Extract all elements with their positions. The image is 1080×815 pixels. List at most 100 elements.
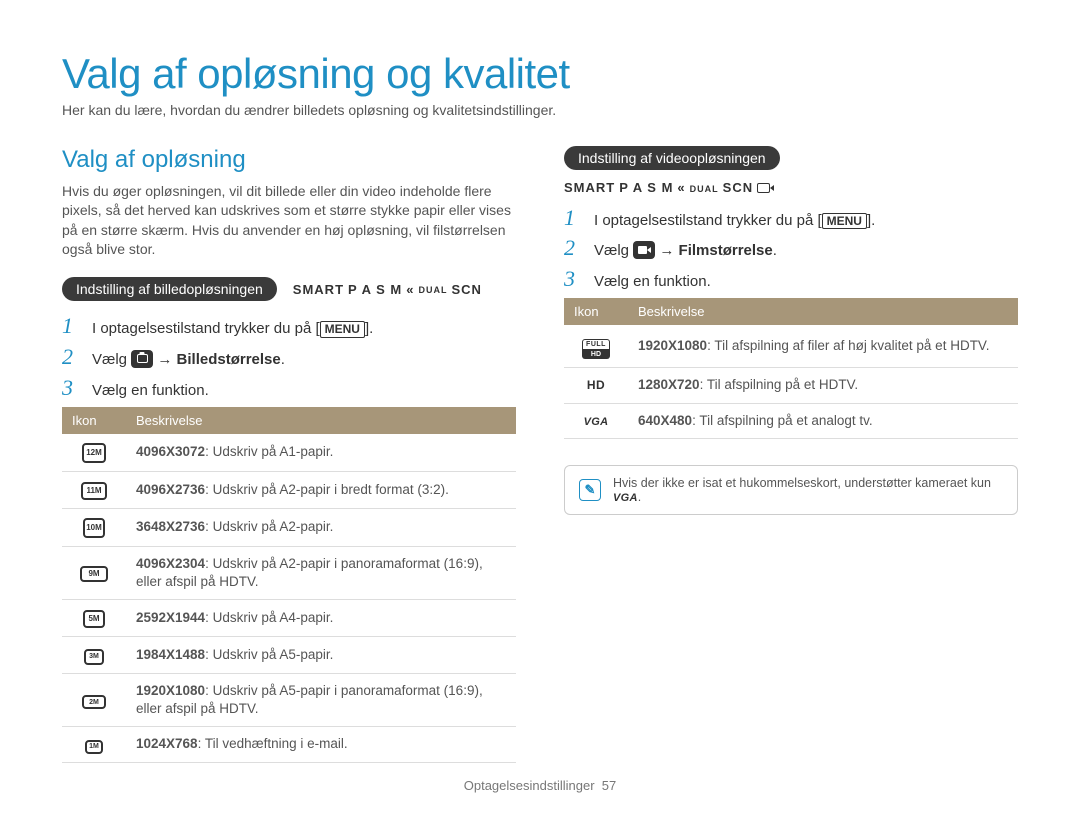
resolution-desc-cell: 4096X3072: Udskriv på A1-papir.	[126, 434, 516, 472]
resolution-value: 640X480	[638, 413, 692, 428]
step-number: 1	[564, 207, 580, 229]
table-row: 2M1920X1080: Udskriv på A5-papir i panor…	[62, 673, 516, 726]
step-text: .	[773, 242, 777, 259]
resolution-icon: 12M	[82, 443, 106, 463]
mode-pasm: P A S M	[619, 180, 673, 195]
resolution-desc: : Udskriv på A4-papir.	[205, 610, 333, 625]
steps-photo: 1 I optagelsestilstand trykker du på [ME…	[62, 315, 516, 398]
table-row: VGA 640X480: Til afspilning på et analogt…	[564, 403, 1018, 438]
resolution-value: 1984X1488	[136, 647, 205, 662]
table-row: 5M 2592X1944: Udskriv på A4-papir.	[62, 600, 516, 637]
step-text: ].	[365, 320, 373, 337]
resolution-desc-cell: 640X480: Til afspilning på et analogt tv…	[628, 403, 1018, 438]
resolution-value: 1280X720	[638, 377, 700, 392]
resolution-desc: : Udskriv på A2-papir i bredt format (3:…	[205, 482, 449, 497]
step-text: .	[281, 351, 285, 368]
resolution-value: 4096X2736	[136, 482, 205, 497]
mode-smart: SMART	[564, 180, 615, 195]
note-icon: ✎	[579, 479, 601, 501]
mode-smart: SMART	[293, 282, 344, 297]
subsection-pill-video: Indstilling af videoopløsningen	[564, 146, 780, 170]
step-text: I optagelsestilstand trykker du på [	[92, 320, 320, 337]
note-text: Hvis der ikke er isat et hukommelseskort…	[613, 476, 1003, 504]
table-row: 3M 1984X1488: Udskriv på A5-papir.	[62, 637, 516, 674]
step-text: Vælg	[92, 351, 131, 368]
mode-dual-icon: «	[406, 282, 414, 297]
right-column: Indstilling af videoopløsningen SMART P …	[564, 146, 1018, 763]
table-row: 10M3648X2736: Udskriv på A2-papir.	[62, 508, 516, 546]
table-row: 9M 4096X2304: Udskriv på A2-papir i panor…	[62, 546, 516, 599]
th-icon: Ikon	[564, 298, 628, 325]
camera-icon	[131, 350, 153, 368]
steps-video: 1 I optagelsestilstand trykker du på [ME…	[564, 207, 1018, 290]
step-1: 1 I optagelsestilstand trykker du på [ME…	[62, 315, 516, 337]
th-icon: Ikon	[62, 407, 126, 434]
mode-pasm: P A S M	[348, 282, 402, 297]
resolution-desc: : Til afspilning på et HDTV.	[700, 377, 859, 392]
section-title: Valg af opløsning	[62, 146, 516, 174]
video-icon	[633, 241, 655, 259]
movie-mode-icon	[757, 183, 770, 193]
resolution-desc-cell: 4096X2304: Udskriv på A2-papir i panoram…	[126, 546, 516, 599]
resolution-value: 4096X2304	[136, 556, 205, 571]
table-row: 11M 4096X2736: Udskriv på A2-papir i bred…	[62, 471, 516, 508]
resolution-icon: 10M	[83, 518, 105, 538]
step-text: I optagelsestilstand trykker du på [	[594, 212, 822, 229]
hd-icon: HD	[587, 377, 605, 393]
resolution-icon: 9M	[80, 566, 108, 582]
resolution-icon-cell: 5M	[62, 600, 126, 637]
resolution-desc: : Til vedhæftning i e-mail.	[198, 736, 348, 751]
resolution-icon-cell: 10M	[62, 508, 126, 546]
resolution-value: 1920X1080	[136, 683, 205, 698]
video-resolution-table: Ikon Beskrivelse FULLHD 1920X1080: Til af…	[564, 298, 1018, 438]
resolution-desc: : Udskriv på A5-papir.	[205, 647, 333, 662]
step-text: ].	[867, 212, 875, 229]
resolution-icon: 1M	[85, 740, 103, 754]
mode-scn: SCN	[723, 180, 753, 195]
step-text: Vælg	[594, 242, 633, 259]
resolution-icon-cell: 11M	[62, 471, 126, 508]
arrow-text: →	[655, 242, 678, 259]
mode-scn: SCN	[451, 282, 481, 297]
note-text-part: Hvis der ikke er isat et hukommelseskort…	[613, 476, 991, 490]
resolution-icon-cell: 2M	[62, 673, 126, 726]
arrow-text: →	[153, 351, 176, 368]
step-number: 1	[62, 315, 78, 337]
resolution-value: 1024X768	[136, 736, 198, 751]
body-text: Hvis du øger opløsningen, vil dit billed…	[62, 182, 516, 259]
step-target: Filmstørrelse	[679, 242, 773, 259]
resolution-icon: 5M	[83, 610, 105, 628]
step-3: 3 Vælg en funktion.	[62, 377, 516, 399]
left-column: Valg af opløsning Hvis du øger opløsning…	[62, 146, 516, 763]
resolution-icon-cell: VGA	[564, 403, 628, 438]
resolution-desc-cell: 1024X768: Til vedhæftning i e-mail.	[126, 727, 516, 763]
resolution-icon: 3M	[84, 649, 104, 665]
step-2: 2 Vælg → Filmstørrelse.	[564, 237, 1018, 260]
resolution-desc-cell: 1920X1080: Til afspilning af filer af hø…	[628, 325, 1018, 368]
vga-icon: VGA	[584, 415, 609, 430]
resolution-desc: : Til afspilning på et analogt tv.	[692, 413, 873, 428]
mode-indicator-photo: SMART P A S M «DUAL SCN	[293, 282, 482, 297]
menu-button-icon: MENU	[822, 213, 867, 229]
footer-section: Optagelsesindstillinger	[464, 778, 595, 793]
resolution-desc-cell: 1920X1080: Udskriv på A5-papir i panoram…	[126, 673, 516, 726]
step-number: 2	[564, 237, 580, 259]
resolution-desc: : Til afspilning af filer af høj kvalite…	[707, 338, 989, 353]
resolution-desc-cell: 2592X1944: Udskriv på A4-papir.	[126, 600, 516, 637]
subsection-pill-photo: Indstilling af billedopløsningen	[62, 277, 277, 301]
resolution-desc-cell: 1280X720: Til afspilning på et HDTV.	[628, 368, 1018, 403]
resolution-desc: : Udskriv på A1-papir.	[205, 444, 333, 459]
step-2: 2 Vælg → Billedstørrelse.	[62, 346, 516, 369]
resolution-desc: : Udskriv på A2-papir.	[205, 519, 333, 534]
page-title: Valg af opløsning og kvalitet	[62, 50, 1018, 98]
table-row: 1M 1024X768: Til vedhæftning i e-mail.	[62, 727, 516, 763]
table-row: HD 1280X720: Til afspilning på et HDTV.	[564, 368, 1018, 403]
resolution-icon-cell: 12M	[62, 434, 126, 472]
step-text: Vælg en funktion.	[92, 382, 209, 399]
fullhd-icon: FULLHD	[582, 339, 610, 359]
th-desc: Beskrivelse	[628, 298, 1018, 325]
step-3: 3 Vælg en funktion.	[564, 268, 1018, 290]
resolution-icon: 11M	[81, 482, 107, 500]
step-target: Billedstørrelse	[177, 351, 281, 368]
resolution-desc-cell: 1984X1488: Udskriv på A5-papir.	[126, 637, 516, 674]
